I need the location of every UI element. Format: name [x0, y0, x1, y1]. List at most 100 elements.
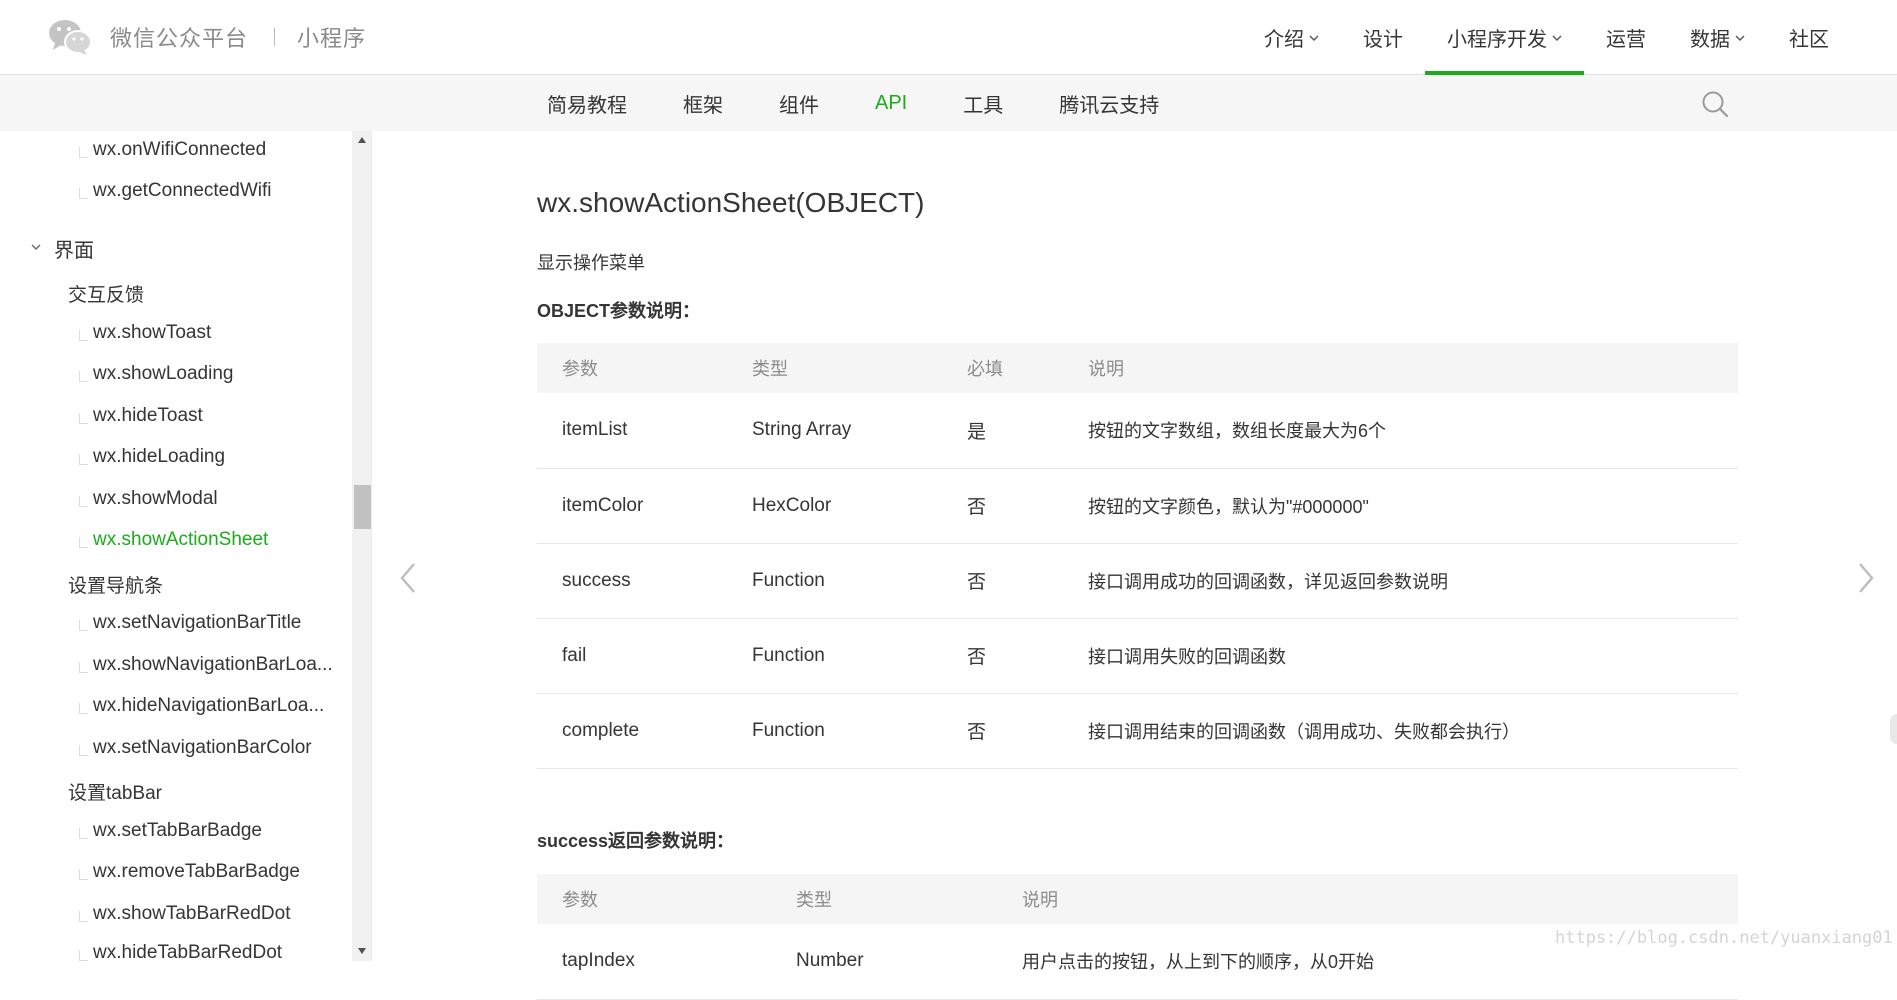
subnav-item-framework[interactable]: 框架 [683, 76, 723, 131]
param-desc: 按钮的文字颜色，默认为"#000000" [1063, 468, 1738, 544]
param-required: 是 [942, 393, 1063, 469]
nav-item-operation[interactable]: 运营 [1584, 0, 1668, 75]
sidebar-subgroup[interactable]: 交互反馈 [0, 280, 352, 307]
col-header: 参数 [537, 874, 771, 924]
success-params-title: success返回参数说明： [537, 831, 735, 851]
nav-item-label: 数据 [1690, 29, 1730, 51]
brand[interactable]: 微信公众平台 小程序 [48, 17, 366, 57]
nav-item-data[interactable]: 数据 [1668, 0, 1767, 75]
nav-item-label: 运营 [1606, 29, 1646, 51]
nav-item-label: 小程序开发 [1447, 29, 1547, 51]
top-header: 微信公众平台 小程序 介绍 设计 小程序开发 运营 数据 社区 [0, 0, 1897, 75]
object-params-title: OBJECT参数说明： [537, 301, 701, 321]
param-name: success [537, 543, 727, 619]
param-desc: 接口调用成功的回调函数，详见返回参数说明 [1063, 543, 1738, 619]
col-header: 说明 [1063, 343, 1738, 393]
nav-item-label: 设计 [1363, 29, 1403, 51]
param-name: complete [537, 693, 727, 769]
sidebar-item-active[interactable]: wx.showActionSheet [0, 529, 352, 551]
main-nav: 介绍 设计 小程序开发 运营 数据 社区 [1242, 0, 1851, 75]
sidebar-item[interactable]: wx.showToast [0, 322, 352, 344]
param-required: 否 [942, 618, 1063, 694]
table-header-row: 参数 类型 说明 [537, 874, 1738, 924]
chevron-down-icon [1735, 35, 1745, 41]
chevron-down-icon [31, 244, 41, 250]
table-row: fail Function 否 接口调用失败的回调函数 [537, 618, 1738, 694]
param-type: String Array [727, 393, 942, 469]
sidebar-item[interactable]: wx.showNavigationBarLoa... [0, 654, 352, 676]
nav-item-community[interactable]: 社区 [1767, 0, 1851, 75]
table-row: complete Function 否 接口调用结束的回调函数（调用成功、失败都… [537, 693, 1738, 769]
sidebar-item[interactable]: wx.setNavigationBarTitle [0, 612, 352, 634]
table-row: itemList String Array 是 按钮的文字数组，数组长度最大为6… [537, 393, 1738, 469]
nav-item-label: 介绍 [1264, 29, 1304, 51]
brand-subtitle: 小程序 [297, 26, 367, 51]
floating-side-button[interactable] [1890, 714, 1897, 744]
sidebar-item[interactable]: wx.hideTabBarRedDot [0, 942, 352, 961]
col-header: 参数 [537, 343, 727, 393]
subnav-item-tutorial[interactable]: 简易教程 [547, 76, 627, 131]
sidebar-item[interactable]: wx.showModal [0, 488, 352, 510]
param-type: Function [727, 693, 942, 769]
param-name: fail [537, 618, 727, 694]
search-icon[interactable] [1700, 89, 1730, 119]
api-sidebar: wx.onWifiConnected wx.getConnectedWifi 界… [0, 131, 372, 961]
param-desc: 接口调用失败的回调函数 [1063, 618, 1738, 694]
param-desc: 按钮的文字数组，数组长度最大为6个 [1063, 393, 1738, 469]
col-header: 类型 [727, 343, 942, 393]
brand-name: 微信公众平台 [110, 26, 249, 51]
sidebar-item[interactable]: wx.hideToast [0, 405, 352, 427]
param-required: 否 [942, 693, 1063, 769]
next-page-arrow-icon[interactable] [1854, 560, 1878, 596]
sidebar-group-label: 界面 [54, 240, 94, 262]
chevron-down-icon [1309, 35, 1319, 41]
scroll-up-arrow-icon[interactable] [352, 131, 371, 149]
subnav-item-api[interactable]: API [875, 76, 907, 131]
col-header: 说明 [997, 874, 1738, 924]
page-title: wx.showActionSheet(OBJECT) [537, 187, 925, 218]
scroll-down-arrow-icon[interactable] [352, 942, 371, 960]
object-params-table: 参数 类型 必填 说明 itemList String Array 是 按钮的文… [537, 343, 1738, 769]
subnav-item-components[interactable]: 组件 [779, 76, 819, 131]
param-type: Function [727, 543, 942, 619]
sidebar-item[interactable]: wx.showTabBarRedDot [0, 903, 352, 925]
sidebar-subgroup[interactable]: 设置tabBar [0, 778, 352, 805]
sidebar-item[interactable]: wx.showLoading [0, 363, 352, 385]
nav-item-intro[interactable]: 介绍 [1242, 0, 1341, 75]
sidebar-item[interactable]: wx.setTabBarBadge [0, 820, 352, 842]
nav-item-dev[interactable]: 小程序开发 [1425, 0, 1584, 75]
table-header-row: 参数 类型 必填 说明 [537, 343, 1738, 393]
param-type: Function [727, 618, 942, 694]
sidebar-subgroup[interactable]: 设置导航条 [0, 571, 352, 598]
sub-header: 简易教程 框架 组件 API 工具 腾讯云支持 [0, 76, 1897, 131]
sidebar-item[interactable]: wx.removeTabBarBadge [0, 861, 352, 883]
sidebar-scrollbar[interactable] [352, 131, 371, 961]
subnav-item-tools[interactable]: 工具 [963, 76, 1003, 131]
nav-item-label: 社区 [1789, 29, 1829, 51]
param-name: tapIndex [537, 924, 771, 1000]
param-type: Number [771, 924, 997, 1000]
param-required: 否 [942, 543, 1063, 619]
page-description: 显示操作菜单 [537, 253, 645, 273]
param-type: HexColor [727, 468, 942, 544]
table-row: itemColor HexColor 否 按钮的文字颜色，默认为"#000000… [537, 468, 1738, 544]
sidebar-item[interactable]: wx.hideLoading [0, 446, 352, 468]
scrollbar-thumb[interactable] [354, 485, 371, 529]
param-name: itemList [537, 393, 727, 469]
brand-separator [274, 28, 276, 46]
prev-page-arrow-icon[interactable] [396, 560, 420, 596]
param-required: 否 [942, 468, 1063, 544]
sub-nav: 简易教程 框架 组件 API 工具 腾讯云支持 [547, 76, 1215, 131]
subnav-item-tencent-cloud[interactable]: 腾讯云支持 [1059, 76, 1159, 131]
col-header: 必填 [942, 343, 1063, 393]
sidebar-item[interactable]: wx.getConnectedWifi [0, 180, 352, 202]
nav-item-design[interactable]: 设计 [1341, 0, 1425, 75]
sidebar-group-ui[interactable]: 界面 [0, 234, 352, 263]
watermark: https://blog.csdn.net/yuanxiang01 [1555, 928, 1893, 948]
sidebar-item[interactable]: wx.onWifiConnected [0, 139, 352, 161]
chevron-down-icon [1552, 35, 1562, 41]
param-name: itemColor [537, 468, 727, 544]
sidebar-item[interactable]: wx.hideNavigationBarLoa... [0, 695, 352, 717]
wechat-logo-icon [49, 20, 92, 55]
sidebar-item[interactable]: wx.setNavigationBarColor [0, 737, 352, 759]
